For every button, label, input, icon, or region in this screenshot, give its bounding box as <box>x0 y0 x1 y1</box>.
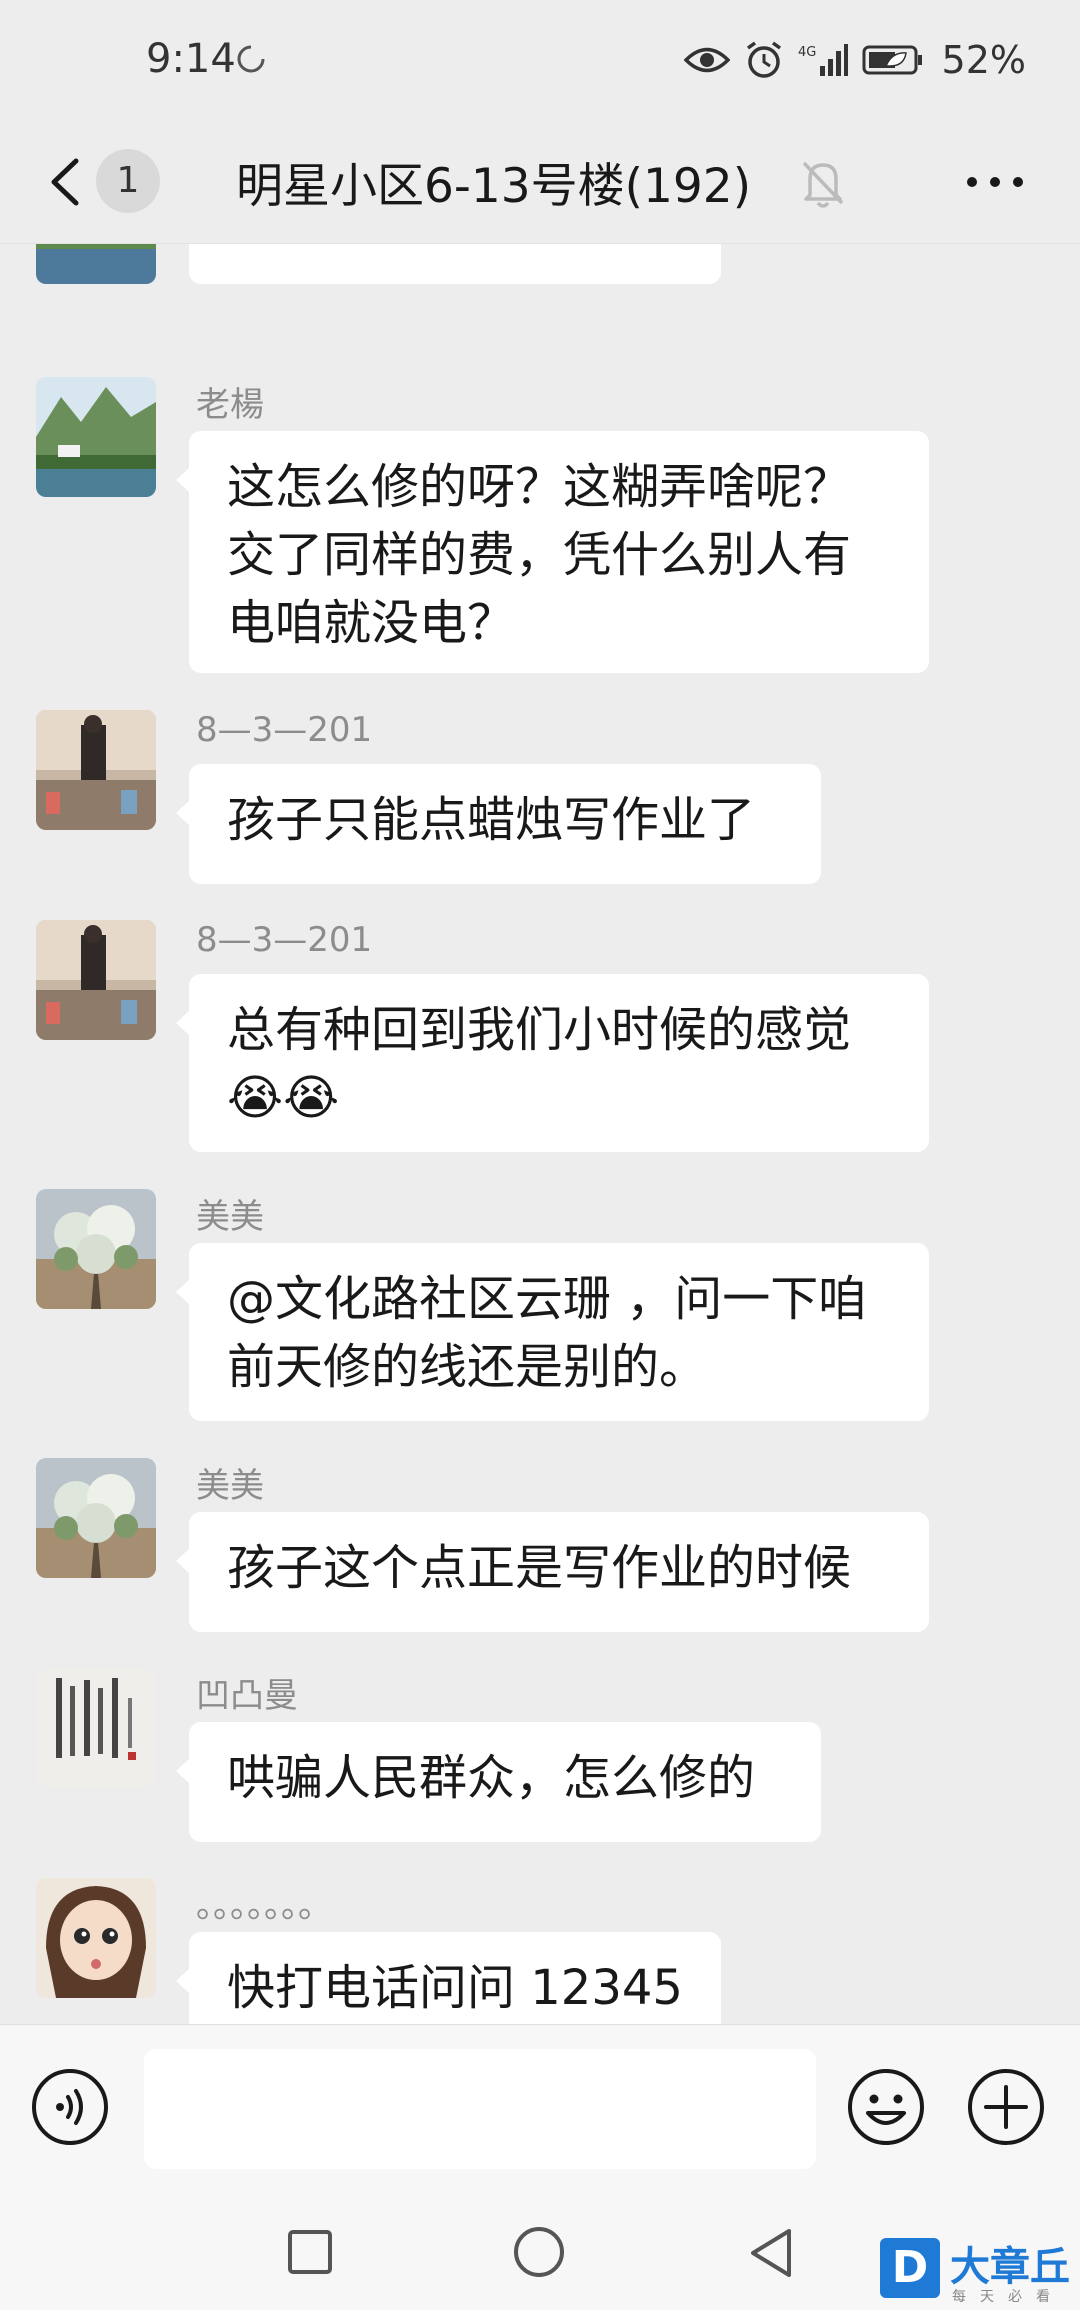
watermark-logo: D 大章丘 每天必看 <box>880 2236 1080 2310</box>
chat-message-list[interactable]: 太影响孩子写作业了 老楊 这怎么修的呀？这糊弄啥呢？ 交了同样的费，凭什么别人有… <box>0 244 1080 2024</box>
chat-title: 明星小区6-13号楼(192) <box>236 159 752 214</box>
loading-icon <box>237 45 265 73</box>
input-bar <box>0 2024 1080 2210</box>
svg-text:4G: 4G <box>798 45 816 60</box>
sender-name: 凹凸曼 <box>196 1676 298 1716</box>
battery-percent: 52% <box>941 38 1026 82</box>
battery-icon <box>862 45 922 75</box>
bell-off-icon <box>802 161 844 208</box>
alarm-icon <box>746 41 781 78</box>
sender-name: 美美 <box>196 1466 264 1506</box>
message-input[interactable] <box>144 2049 816 2169</box>
sender-name: 8—3—201 <box>196 710 373 750</box>
eye-icon <box>683 47 730 73</box>
message-bubble[interactable]: @文化路社区云珊 ，问一下咱 前天修的线还是别的。 <box>176 1243 929 1421</box>
landscape-avatar-image <box>36 377 156 497</box>
status-icons: 4G 52% <box>683 38 1026 82</box>
status-bar: 9:14 4G 52% <box>0 0 1080 125</box>
avatar[interactable] <box>36 1668 156 1788</box>
watermark-title: 大章丘 <box>950 2244 1070 2290</box>
blossom-avatar-image <box>36 1458 156 1578</box>
message-bubble[interactable]: 太影响孩子写作业了 <box>189 244 721 284</box>
message-bubble[interactable]: 这怎么修的呀？这糊弄啥呢？ 交了同样的费，凭什么别人有 电咱就没电？ <box>176 431 929 673</box>
message-bubble[interactable]: 孩子只能点蜡烛写作业了 <box>176 764 821 884</box>
message-bubble[interactable]: 快打电话问问 12345 <box>176 1932 721 2024</box>
calligraphy-avatar-image <box>36 1668 156 1788</box>
watermark-subtitle: 每天必看 <box>952 2289 1064 2305</box>
room-avatar-image <box>36 710 156 830</box>
status-time: 9:14 <box>146 36 236 82</box>
voice-icon[interactable] <box>30 2067 110 2147</box>
message-bubble[interactable]: 孩子这个点正是写作业的时候 <box>176 1512 929 1632</box>
avatar[interactable] <box>36 244 156 284</box>
avatar[interactable] <box>36 710 156 830</box>
doll-avatar-image <box>36 1878 156 1998</box>
circle-icon[interactable] <box>512 2225 566 2279</box>
watermark-badge: D <box>880 2238 940 2298</box>
sender-name: 。。。。。。。 <box>196 1886 332 1926</box>
sender-name: 老楊 <box>196 385 264 425</box>
signal-icon: 4G <box>798 44 848 76</box>
chevron-left-icon[interactable] <box>40 147 100 217</box>
avatar[interactable] <box>36 920 156 1040</box>
room-avatar-image <box>36 920 156 1040</box>
more-horizontal-icon[interactable] <box>962 157 1028 207</box>
landscape-avatar-image <box>36 244 156 284</box>
message-bubble[interactable]: 哄骗人民群众，怎么修的 <box>176 1722 821 1842</box>
avatar[interactable] <box>36 1189 156 1309</box>
sender-name: 8—3—201 <box>196 920 373 960</box>
triangle-back-icon[interactable] <box>745 2225 795 2281</box>
unread-badge[interactable]: 1 <box>96 149 160 213</box>
smiley-icon[interactable] <box>846 2067 926 2147</box>
chat-header: 1 明星小区6-13号楼(192) <box>0 125 1080 244</box>
avatar[interactable] <box>36 1458 156 1578</box>
avatar[interactable] <box>36 377 156 497</box>
sender-name: 美美 <box>196 1197 264 1237</box>
square-icon[interactable] <box>287 2229 333 2275</box>
message-bubble[interactable]: 总有种回到我们小时候的感觉 😭😭 <box>176 974 929 1152</box>
blossom-avatar-image <box>36 1189 156 1309</box>
plus-circle-icon[interactable] <box>966 2067 1046 2147</box>
avatar[interactable] <box>36 1878 156 1998</box>
